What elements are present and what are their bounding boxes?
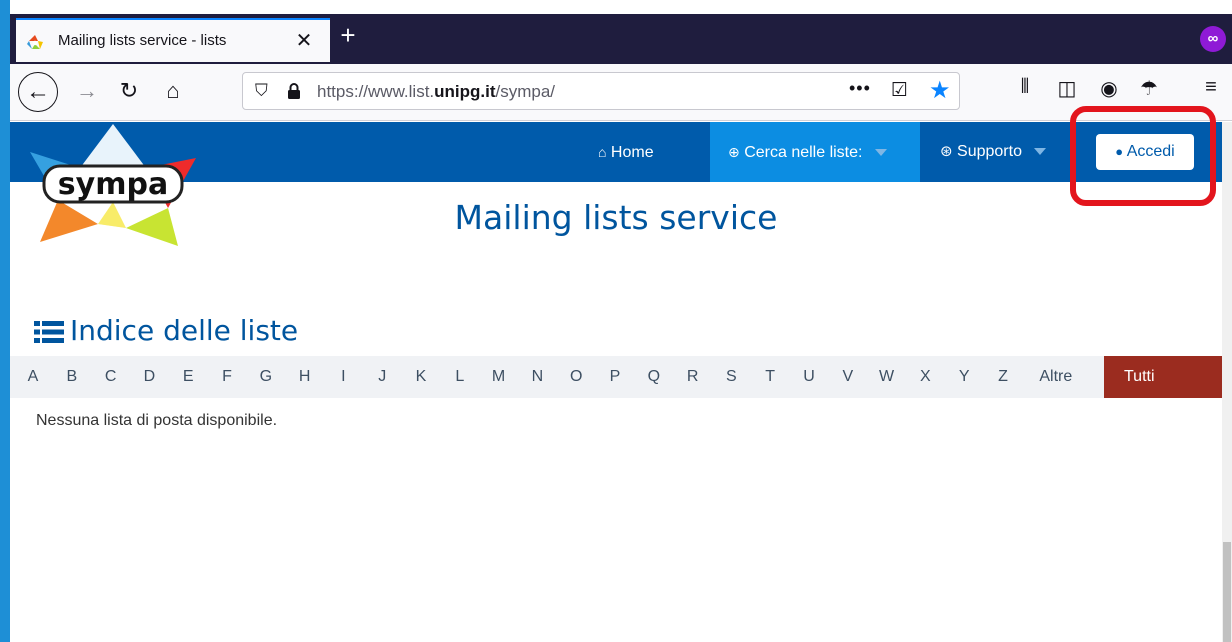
nav-search-dropdown[interactable]: ⊕ Cerca nelle liste: (710, 122, 920, 182)
letter-filter-k[interactable]: K (410, 356, 432, 398)
letter-filter-j[interactable]: J (371, 356, 393, 398)
account-icon[interactable]: ◉ (1094, 76, 1124, 101)
browser-tab[interactable]: Mailing lists service - lists ✕ (16, 18, 330, 62)
lifebuoy-icon: ⊛ (940, 143, 953, 160)
screenshot-frame: Mailing lists service - lists ✕ + ∞ ← → … (0, 0, 1232, 642)
empty-list-message: Nessuna lista di posta disponibile. (36, 412, 278, 429)
tracking-shield-icon[interactable]: ⛉ (255, 81, 268, 101)
chevron-down-icon (1034, 148, 1047, 156)
scrollbar-thumb[interactable] (1223, 542, 1231, 642)
vpn-extension-icon[interactable]: ☂ (1134, 76, 1164, 101)
private-browsing-icon: ∞ (1200, 26, 1226, 52)
letter-filter-u[interactable]: U (798, 356, 820, 398)
letter-filter-altre[interactable]: Altre (1031, 356, 1081, 398)
letter-filter-t[interactable]: T (759, 356, 781, 398)
close-tab-icon[interactable]: ✕ (292, 28, 316, 53)
letter-filter-e[interactable]: E (177, 356, 199, 398)
letter-filter-a[interactable]: A (22, 356, 44, 398)
letter-filter-f[interactable]: F (216, 356, 238, 398)
letter-filter-q[interactable]: Q (643, 356, 665, 398)
chevron-down-icon (874, 149, 887, 157)
bookmark-star-icon[interactable]: ★ (929, 76, 951, 105)
tab-strip: Mailing lists service - lists ✕ + ∞ (10, 14, 1232, 64)
window-left-edge (0, 0, 10, 642)
browser-toolbar: ← → ↻ ⌂ ⛉ https://www.list.unipg.it/symp… (10, 64, 1232, 121)
new-tab-button[interactable]: + (332, 20, 364, 52)
alphabet-filter-bar: A B C D E F G H I J K L M N O P Q R S T U V W X Y Z Altre Tutti (10, 356, 1222, 398)
back-icon[interactable]: ← (18, 72, 58, 112)
letter-filter-r[interactable]: R (682, 356, 704, 398)
letter-filter-z[interactable]: Z (992, 356, 1014, 398)
forward-icon[interactable]: → (70, 74, 104, 108)
letter-filter-h[interactable]: H (294, 356, 316, 398)
all-letters-button[interactable]: Tutti (1104, 356, 1222, 398)
search-icon: ⊕ (728, 144, 740, 160)
letter-filter-v[interactable]: V (837, 356, 859, 398)
page-title: Mailing lists service (454, 198, 778, 237)
list-index-heading: Indice delle liste (34, 314, 298, 347)
home-icon: ⌂ (598, 144, 607, 160)
nav-home-label: Home (610, 144, 654, 161)
reload-icon[interactable]: ↻ (112, 74, 146, 108)
nav-search-label: Cerca nelle liste: (744, 144, 863, 161)
letter-filter-d[interactable]: D (138, 356, 160, 398)
letter-filter-o[interactable]: O (565, 356, 587, 398)
url-text[interactable]: https://www.list.unipg.it/sympa/ (317, 82, 555, 102)
sidebar-icon[interactable]: ◫ (1052, 76, 1082, 101)
pocket-icon[interactable]: ☑ (891, 79, 908, 102)
menu-icon[interactable]: ≡ (1196, 76, 1226, 99)
lock-icon[interactable] (287, 82, 301, 100)
list-icon (34, 321, 64, 343)
home-icon[interactable]: ⌂ (156, 74, 190, 108)
sympa-favicon-icon (27, 35, 43, 49)
letter-filter-n[interactable]: N (526, 356, 548, 398)
library-icon[interactable]: ⫴ (1010, 76, 1040, 99)
url-bar[interactable]: ⛉ https://www.list.unipg.it/sympa/ ••• ☑… (242, 72, 960, 110)
nav-home-link[interactable]: ⌂ Home (598, 122, 654, 182)
letter-filter-y[interactable]: Y (953, 356, 975, 398)
nav-support-label: Supporto (957, 143, 1022, 160)
letter-filter-i[interactable]: I (332, 356, 354, 398)
letter-filter-w[interactable]: W (876, 356, 898, 398)
heading-text: Indice delle liste (70, 314, 299, 347)
logo-text: sympa (58, 167, 168, 202)
letter-filter-x[interactable]: X (914, 356, 936, 398)
highlight-annotation (1070, 106, 1216, 206)
letter-filter-m[interactable]: M (488, 356, 510, 398)
letter-filter-g[interactable]: G (255, 356, 277, 398)
window-top-edge (0, 0, 1232, 14)
letter-filter-l[interactable]: L (449, 356, 471, 398)
letter-filter-b[interactable]: B (61, 356, 83, 398)
letter-filter-c[interactable]: C (100, 356, 122, 398)
tab-title: Mailing lists service - lists (58, 32, 227, 49)
nav-support-dropdown[interactable]: ⊛ Supporto (940, 122, 1047, 182)
letter-filter-p[interactable]: P (604, 356, 626, 398)
vertical-scrollbar[interactable] (1222, 122, 1232, 642)
page-actions-icon[interactable]: ••• (849, 78, 871, 99)
letter-filter-s[interactable]: S (720, 356, 742, 398)
